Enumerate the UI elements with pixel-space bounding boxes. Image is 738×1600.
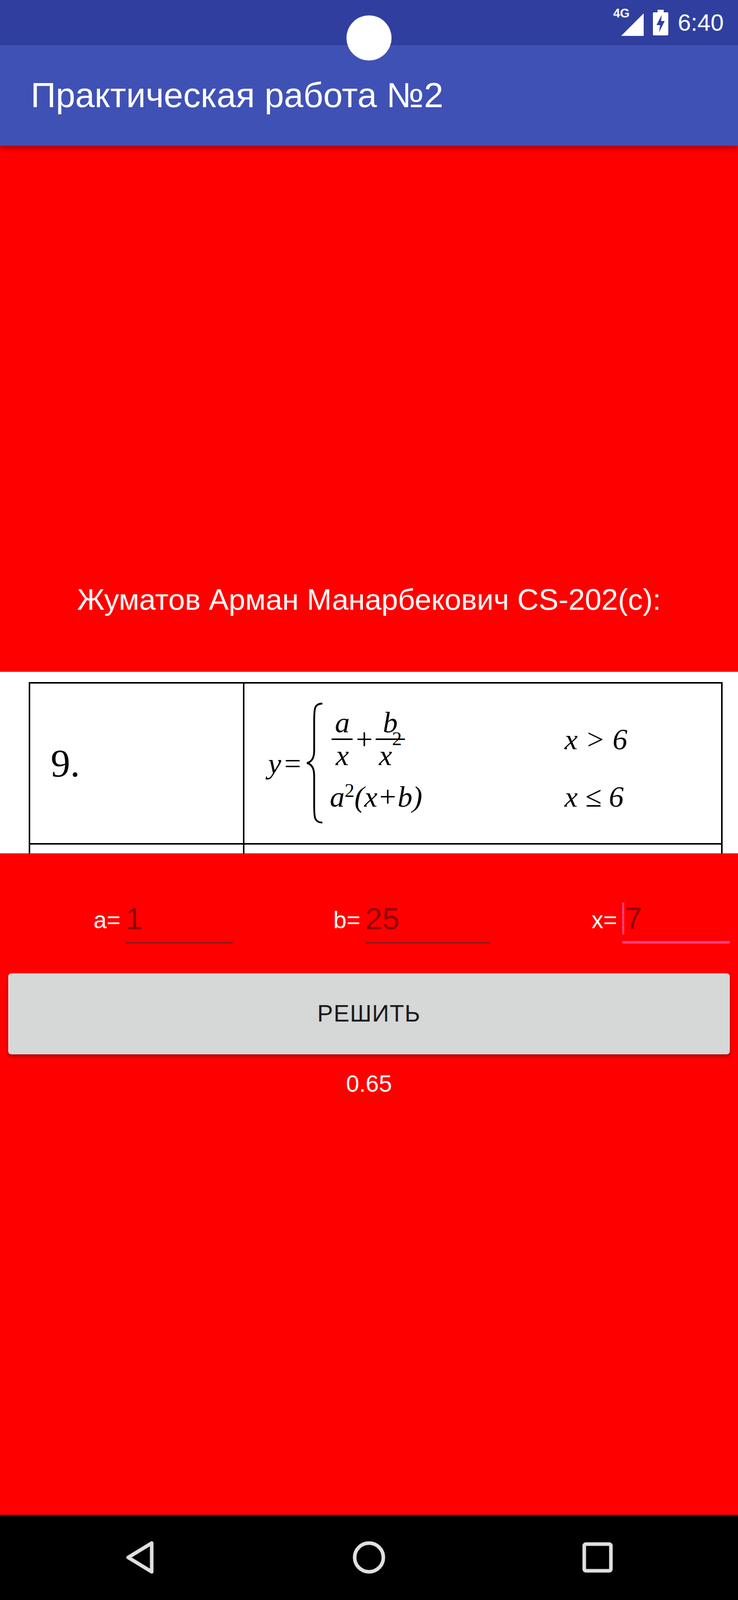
formula-lhs: y (268, 740, 282, 786)
case-row: ax+bx2x > 6 (329, 706, 628, 771)
student-name: Жуматов Арман Манарбекович CS-202(c): (0, 145, 738, 618)
inputs-row: a=1b=25x=7 (0, 883, 738, 956)
signal-icon (621, 13, 644, 36)
denominator: x (332, 739, 353, 771)
clock: 6:40 (677, 10, 724, 35)
product: a2(x+b) (329, 778, 423, 815)
input-label: b= (333, 907, 361, 932)
home-icon[interactable] (350, 1538, 388, 1575)
power: 2 (392, 727, 402, 749)
operator: + (355, 716, 373, 762)
denominator: x2 (375, 739, 405, 771)
power: 2 (344, 779, 355, 801)
brace-icon (304, 701, 326, 825)
input-field[interactable]: 7 (622, 895, 730, 943)
battery-charging-icon (652, 9, 669, 36)
solve-button[interactable]: РЕШИТЬ (8, 972, 730, 1054)
input-group: b=25 (246, 883, 492, 956)
input-field[interactable]: 1 (125, 895, 233, 943)
task-row-next (30, 844, 722, 853)
task-row: 9.y=ax+bx2x > 6a2(x+b)x ≤ 6 (30, 683, 722, 845)
input-value: 7 (625, 902, 643, 934)
case-row: a2(x+b) x ≤ 6 (329, 773, 628, 819)
content: Жуматов Арман Манарбекович CS-202(c): 9. y… (0, 145, 738, 1514)
screen: 4G 6:40 Практическая работа №2 Жуматов Арма… (0, 0, 738, 1599)
numerator: a (331, 706, 353, 738)
task-table: 9.y=ax+bx2x > 6a2(x+b)x ≤ 6 (28, 681, 723, 853)
input-field[interactable]: 25 (365, 895, 490, 943)
case-expression: ax+bx2 (329, 706, 565, 771)
input-group: a=1 (0, 883, 246, 956)
fraction: ax (331, 706, 353, 771)
case-condition: x > 6 (564, 716, 628, 762)
case-condition: x ≤ 6 (564, 773, 624, 819)
recents-icon[interactable] (579, 1538, 617, 1575)
input-label: a= (93, 907, 121, 932)
app-title: Практическая работа №2 (30, 74, 444, 117)
task-formula: y=ax+bx2x > 6a2(x+b)x ≤ 6 (244, 683, 722, 843)
navigation-bar (0, 1513, 738, 1599)
text-cursor (622, 902, 625, 934)
formula-cases: ax+bx2x > 6a2(x+b)x ≤ 6 (329, 706, 628, 819)
case-expression: a2(x+b) (329, 778, 565, 815)
back-icon[interactable] (121, 1538, 159, 1575)
fraction: bx2 (375, 706, 405, 771)
formula-equals: = (284, 740, 302, 786)
input-label: x= (591, 907, 618, 932)
input-value: 25 (365, 903, 400, 934)
input-group: x= 7 (492, 883, 738, 956)
task-image: 9.y=ax+bx2x > 6a2(x+b)x ≤ 6 (0, 671, 738, 853)
input-value: 1 (125, 903, 143, 934)
signal-indicator: 4G (612, 9, 644, 36)
network-label: 4G (612, 7, 630, 20)
result: 0.65 (0, 1069, 738, 1098)
task-number: 9. (30, 683, 245, 843)
camera-notch (346, 15, 392, 61)
